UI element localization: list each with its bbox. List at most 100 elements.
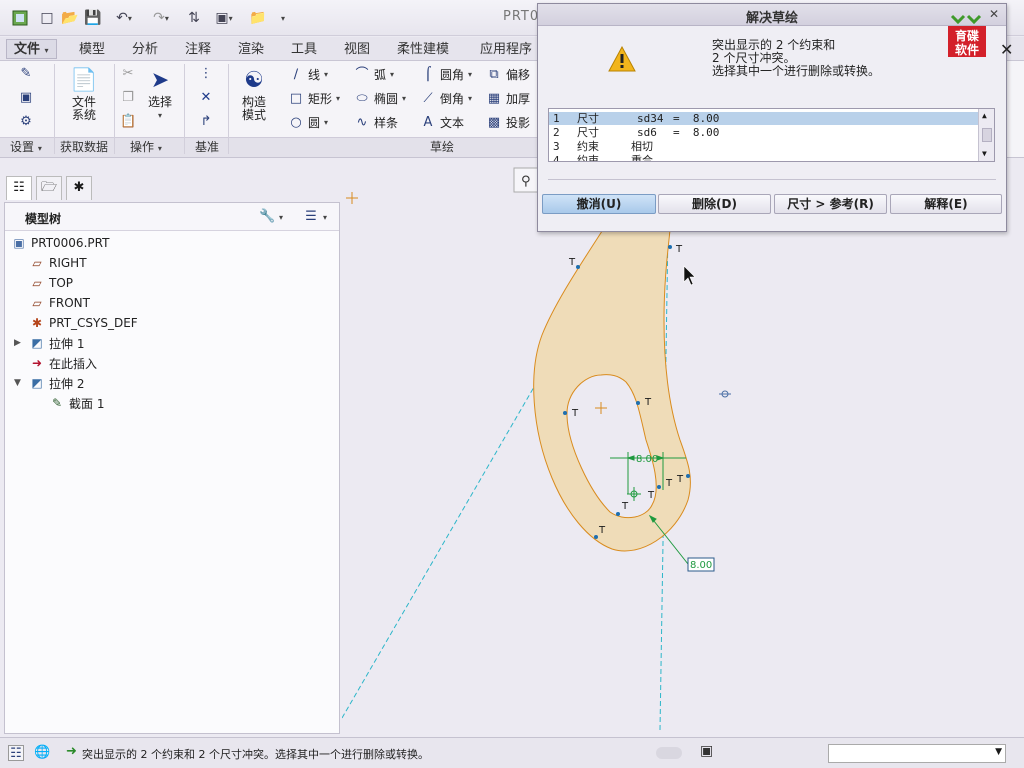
thicken-button[interactable]: ▦ 加厚 (486, 90, 530, 107)
fillet-button[interactable]: ⌠ 圆角 ▾ (420, 66, 472, 83)
tree-item-right[interactable]: ▱ RIGHT (29, 254, 86, 272)
tab-flexible-modeling[interactable]: 柔性建模 (390, 40, 456, 60)
tab-model[interactable]: 模型 (72, 40, 112, 60)
close-icon[interactable]: ✕ (986, 6, 1002, 22)
arc-button[interactable]: ⌒ 弧 ▾ (354, 66, 394, 83)
project-button[interactable]: ▩ 投影 (486, 114, 530, 131)
explain-button[interactable]: 解释(E) (890, 194, 1002, 214)
resolve-sketch-dialog: 解决草绘 ✕ 突出显示的 2 个约束和 2 个尺寸冲突。 选择其中一个进行删除或… (537, 3, 1007, 232)
folder-browser-tab[interactable]: 🗁 (36, 176, 62, 200)
part-icon: ▣ (13, 236, 25, 250)
model-tree-tab[interactable]: ☷ (6, 176, 32, 200)
tree-item-extrude-1[interactable]: ◩ 拉伸 1 (29, 334, 84, 352)
circle-button[interactable]: ○ 圆 ▾ (288, 114, 328, 131)
regenerate-icon[interactable]: ⇅ (184, 8, 204, 28)
folder-icon[interactable]: 📁 (248, 8, 268, 28)
text-label: 文本 (440, 116, 465, 130)
delete-button[interactable]: 删除(D) (658, 194, 771, 214)
tangent-constraint-label[interactable]: T (621, 501, 629, 512)
conflict-list-item[interactable]: 1 尺寸 sd34 = 8.00 (549, 112, 979, 125)
spline-button[interactable]: ∿ 样条 (354, 114, 398, 131)
graphics-area[interactable]: ⚲ 8.00 8.00 T T T T T T T T T (342, 160, 1024, 736)
tab-render[interactable]: 渲染 (231, 40, 271, 60)
tangent-constraint-label[interactable]: T (598, 525, 606, 536)
tab-applications[interactable]: 应用程序 (473, 40, 539, 60)
conflict-list-item[interactable]: 3 约束 相切 (549, 140, 979, 153)
undo-button[interactable]: 撤消(U) (542, 194, 656, 214)
tab-file[interactable]: 文件 ▾ (6, 39, 57, 59)
offset-button[interactable]: ⧉ 偏移 (486, 66, 530, 83)
group-operations[interactable]: 操作 ▾ (130, 139, 162, 155)
select-button[interactable]: ➤ 选择 ▾ (143, 66, 177, 122)
show-navigator-icon[interactable]: ☷ (8, 745, 24, 761)
tree-item-part[interactable]: ▣ PRT0006.PRT (11, 234, 109, 252)
dimension-to-reference-button[interactable]: 尺寸 > 参考(R) (774, 194, 887, 214)
group-setup[interactable]: 设置 ▾ (10, 139, 42, 155)
expand-icon[interactable]: ▶ (14, 338, 21, 348)
construction-mode-icon: ☯ (244, 68, 264, 93)
tangent-constraint-label[interactable]: T (675, 244, 683, 255)
tree-item-extrude-2[interactable]: ◩ 拉伸 2 (29, 374, 84, 392)
tree-item-top[interactable]: ▱ TOP (29, 274, 73, 292)
file-system-button[interactable]: 📄 文件 系统 (64, 66, 104, 122)
customize-icon[interactable]: ▾ (276, 8, 290, 28)
scroll-thumb[interactable] (982, 128, 992, 142)
tree-settings-button[interactable]: 🔧 ▾ (259, 209, 283, 225)
dialog-message-line: 选择其中一个进行删除或转换。 (712, 64, 881, 78)
redo-icon[interactable]: ↷ ▾ (146, 8, 176, 28)
line-button[interactable]: ∕ 线 ▾ (288, 66, 328, 83)
collapse-icon[interactable]: ▼ (14, 378, 21, 388)
csys-tool-icon[interactable]: ↱ (198, 114, 214, 130)
scroll-down-icon[interactable]: ▼ (982, 149, 987, 158)
tab-tools[interactable]: 工具 (284, 40, 324, 60)
favorites-tab[interactable]: ✱ (66, 176, 92, 200)
tree-item-label: PRT_CSYS_DEF (49, 316, 138, 330)
tab-annotate[interactable]: 注释 (178, 40, 218, 60)
tree-filter-button[interactable]: ☰ ▾ (303, 209, 327, 225)
datum-x-icon[interactable]: ✕ (198, 90, 214, 106)
tab-view[interactable]: 视图 (337, 40, 377, 60)
save-icon[interactable]: 💾 (84, 8, 102, 28)
dimension-1-value[interactable]: 8.00 (636, 454, 658, 465)
tangent-constraint-label[interactable]: T (568, 257, 576, 268)
ellipse-button[interactable]: ⬭ 椭圆 ▾ (354, 90, 406, 107)
open-icon[interactable]: 📂 (61, 8, 79, 28)
dimension-2-value[interactable]: 8.00 (690, 560, 712, 571)
construction-mode-button[interactable]: ☯ 构造 模式 (236, 66, 272, 122)
selection-filter-icon[interactable]: ▣ (700, 743, 713, 759)
copy-icon[interactable]: ❐ (120, 90, 136, 106)
conflict-list[interactable]: 1 尺寸 sd34 = 8.00 2 尺寸 sd6 = 8.00 3 约束 相切… (548, 108, 995, 162)
scroll-up-icon[interactable]: ▲ (982, 111, 987, 120)
conflict-list-item[interactable]: 2 尺寸 sd6 = 8.00 (549, 126, 979, 139)
brand-logo: 育碟 软件 (946, 12, 988, 58)
paste-icon[interactable]: 📋 (120, 114, 136, 130)
setup-icon-2[interactable]: ▣ (18, 90, 34, 106)
tangent-constraint-label[interactable]: T (571, 408, 579, 419)
tangent-constraint-label[interactable]: T (644, 397, 652, 408)
text-button[interactable]: A 文本 (420, 114, 464, 131)
tree-item-insert-here[interactable]: ➜ 在此插入 (29, 354, 97, 372)
tree-item-front[interactable]: ▱ FRONT (29, 294, 90, 312)
list-scrollbar[interactable]: ▲ ▼ (978, 109, 994, 161)
sketch-profile[interactable] (533, 227, 691, 552)
windows-icon[interactable]: ▣ ▾ (208, 8, 240, 28)
selection-filter-dropdown[interactable]: ▼ (828, 744, 1006, 763)
browser-toggle-icon[interactable]: 🌐 (34, 745, 50, 761)
undo-icon[interactable]: ↶ ▾ (109, 8, 139, 28)
point-icon[interactable]: ⋮ (198, 66, 214, 82)
tree-item-csys[interactable]: ✱ PRT_CSYS_DEF (29, 314, 138, 332)
tangent-constraint-label[interactable]: T (665, 478, 673, 489)
setup-icon-3[interactable]: ⚙ (18, 114, 34, 130)
chamfer-button[interactable]: ⟋ 倒角 ▾ (420, 90, 472, 107)
window-close-icon[interactable]: ✕ (1000, 40, 1013, 59)
new-icon[interactable]: □ (38, 8, 56, 28)
tree-item-section-1[interactable]: ✎ 截面 1 (49, 394, 104, 412)
cut-icon[interactable]: ✂ (120, 66, 136, 82)
tangent-constraint-label[interactable]: T (647, 490, 655, 501)
model-tree-header: 模型树 🔧 ▾ ☰ ▾ (5, 203, 339, 231)
setup-icon-1[interactable]: ✎ (18, 66, 34, 82)
tangent-constraint-label[interactable]: T (676, 474, 684, 485)
rectangle-button[interactable]: □ 矩形 ▾ (288, 90, 340, 107)
conflict-list-item[interactable]: 4 约束 重合 (549, 154, 979, 161)
tab-analysis[interactable]: 分析 (125, 40, 165, 60)
